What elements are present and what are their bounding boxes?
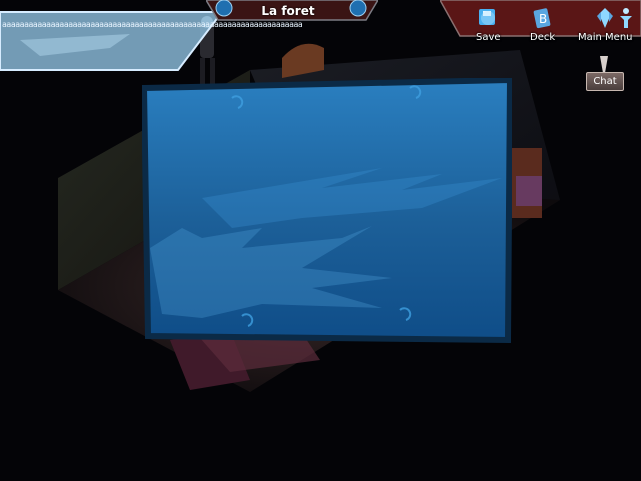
deck-icon: B — [533, 8, 550, 29]
save-button[interactable]: Save — [476, 6, 501, 43]
character-button[interactable] — [614, 6, 638, 30]
location-name: La foret — [261, 4, 315, 18]
deck-button[interactable]: B Deck — [530, 6, 555, 43]
save-label: Save — [476, 32, 501, 43]
dialog-panel — [142, 78, 512, 344]
deck-label: Deck — [530, 32, 556, 43]
character-icon — [620, 8, 632, 28]
chat-button-stem — [600, 56, 608, 73]
chat-button[interactable]: Chat — [586, 72, 624, 91]
save-icon — [479, 9, 496, 25]
svg-text:B: B — [539, 12, 547, 26]
main-menu-label: Main Menu — [578, 32, 633, 43]
